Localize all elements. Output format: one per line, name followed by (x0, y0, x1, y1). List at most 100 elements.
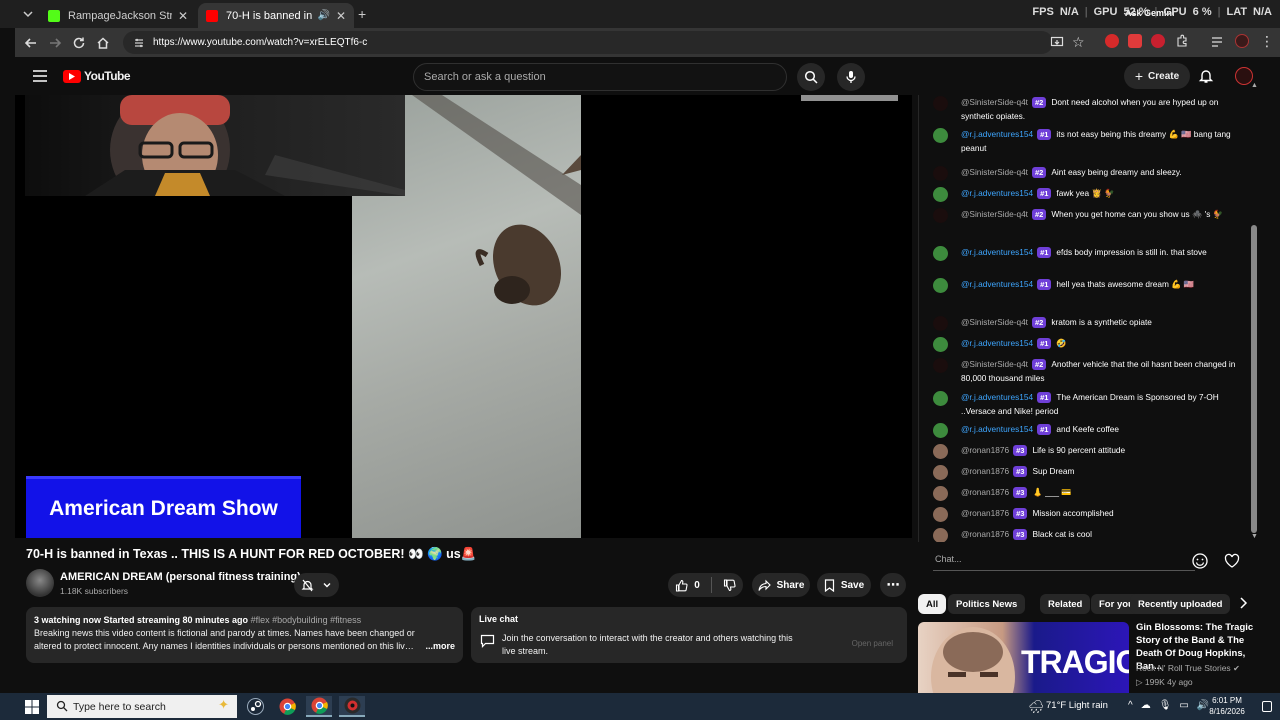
chip-politics-news[interactable]: Politics News (948, 594, 1026, 614)
site-info-icon[interactable] (133, 37, 145, 49)
video-player[interactable]: American Dream Show (15, 95, 912, 538)
steam-app-icon[interactable] (242, 696, 268, 717)
microphone-icon[interactable] (837, 63, 865, 91)
new-tab-button[interactable]: + (358, 6, 366, 22)
show-more-link[interactable]: ...more (421, 640, 455, 653)
windows-start-icon[interactable] (25, 700, 39, 714)
chat-author-name[interactable]: @SinisterSide-q4t (961, 97, 1028, 107)
weather-text[interactable]: 71°F Light rain (1046, 700, 1108, 711)
chat-scroll-down-icon[interactable]: ▼ (1251, 533, 1258, 540)
extension-abp-icon[interactable] (1128, 34, 1142, 48)
chat-author-avatar[interactable] (933, 187, 948, 202)
chat-author-name[interactable]: @r.j.adventures154 (961, 338, 1033, 348)
chat-author-avatar[interactable] (933, 507, 948, 522)
chat-input[interactable]: Chat... (933, 549, 1195, 571)
search-icon[interactable] (797, 63, 825, 91)
browser-menu-icon[interactable]: ⋮ (1260, 33, 1274, 50)
tab-list-dropdown-icon[interactable] (20, 6, 36, 22)
description-box[interactable]: 3 watching now Started streaming 80 minu… (26, 607, 463, 663)
chat-author-avatar[interactable] (933, 528, 948, 542)
chat-author-avatar[interactable] (933, 358, 948, 373)
chat-author-name[interactable]: @SinisterSide-q4t (961, 359, 1028, 369)
emoji-icon[interactable] (1191, 552, 1209, 570)
open-panel-button[interactable]: Open panel (846, 634, 899, 652)
like-button[interactable]: 0 (675, 579, 700, 592)
forward-icon[interactable] (43, 31, 67, 55)
heart-icon[interactable] (1223, 552, 1241, 570)
onedrive-icon[interactable]: ☁ (1141, 700, 1151, 711)
chips-next-icon[interactable] (1237, 596, 1249, 610)
bookmark-star-icon[interactable]: ☆ (1072, 34, 1085, 51)
chat-author-name[interactable]: @r.j.adventures154 (961, 247, 1033, 257)
recommended-video-thumbnail[interactable]: TRAGIC (918, 622, 1129, 693)
channel-name[interactable]: AMERICAN DREAM (personal fitness trainin… (60, 571, 301, 583)
chat-author-name[interactable]: @ronan1876 (961, 487, 1009, 497)
speaker-icon[interactable]: 🔊 (317, 10, 329, 21)
chat-author-avatar[interactable] (933, 391, 948, 406)
network-icon[interactable]: ▭ (1179, 700, 1188, 711)
chat-author-name[interactable]: @SinisterSide-q4t (961, 209, 1028, 219)
extensions-puzzle-icon[interactable] (1175, 34, 1189, 48)
chrome-app-icon[interactable] (274, 696, 300, 717)
share-button[interactable]: Share (752, 573, 810, 597)
chip-recently-uploaded[interactable]: Recently uploaded (1130, 594, 1231, 614)
chat-author-name[interactable]: @ronan1876 (961, 529, 1009, 539)
chat-author-avatar[interactable] (933, 465, 948, 480)
weather-icon[interactable]: 🌧 (1028, 699, 1045, 715)
recommended-video-channel[interactable]: Rock N' Roll True Stories ✔ (1136, 663, 1240, 673)
tray-overflow-icon[interactable]: ^ (1128, 700, 1133, 711)
profile-avatar-icon[interactable] (1235, 34, 1249, 48)
dislike-button[interactable] (723, 578, 736, 592)
notifications-bell-icon[interactable] (1198, 68, 1214, 84)
youtube-logo[interactable]: YouTube (63, 69, 131, 83)
recorder-app-icon[interactable] (339, 696, 365, 717)
chat-author-avatar[interactable] (933, 444, 948, 459)
install-app-icon[interactable] (1050, 35, 1064, 49)
close-icon[interactable]: ✕ (336, 9, 346, 23)
chat-author-name[interactable]: @r.j.adventures154 (961, 392, 1033, 402)
taskbar-search-input[interactable]: Type here to search ✦ (47, 695, 237, 718)
chat-author-avatar[interactable] (933, 337, 948, 352)
chat-scrollbar[interactable] (1251, 225, 1257, 533)
more-actions-button[interactable]: ⋯ (880, 573, 906, 597)
chat-author-name[interactable]: @ronan1876 (961, 445, 1009, 455)
chat-author-avatar[interactable] (933, 423, 948, 438)
notification-center-icon[interactable] (1262, 701, 1272, 712)
extension-circle-icon[interactable] (1151, 34, 1165, 48)
chat-author-name[interactable]: @r.j.adventures154 (961, 424, 1033, 434)
tab-youtube-video[interactable]: 70-H is banned in Texas .. T 🔊 ✕ (198, 3, 354, 28)
extension-red-icon[interactable] (1105, 34, 1119, 48)
chat-author-name[interactable]: @r.j.adventures154 (961, 279, 1033, 289)
close-icon[interactable]: ✕ (178, 9, 188, 23)
hashtags[interactable]: #flex #bodybuilding #fitness (251, 615, 362, 625)
chat-author-name[interactable]: @r.j.adventures154 (961, 188, 1033, 198)
chat-scroll-up-icon[interactable]: ▲ (1251, 82, 1258, 89)
address-bar[interactable]: https://www.youtube.com/watch?v=xrELEQTf… (123, 31, 1053, 54)
create-button[interactable]: + Create (1124, 63, 1190, 89)
chat-author-name[interactable]: @ronan1876 (961, 466, 1009, 476)
chat-author-avatar[interactable] (933, 128, 948, 143)
notification-settings-button[interactable] (294, 573, 339, 597)
tab-rampagejackson[interactable]: RampageJackson Stream - Wat ✕ (40, 3, 196, 28)
chat-author-avatar[interactable] (933, 486, 948, 501)
back-icon[interactable] (19, 31, 43, 55)
chip-all[interactable]: All (918, 594, 947, 614)
chat-author-name[interactable]: @SinisterSide-q4t (961, 317, 1028, 327)
chat-author-name[interactable]: @SinisterSide-q4t (961, 167, 1028, 177)
chat-author-avatar[interactable] (933, 316, 948, 331)
chat-author-name[interactable]: @ronan1876 (961, 508, 1009, 518)
chat-author-avatar[interactable] (933, 208, 948, 223)
home-icon[interactable] (91, 31, 115, 55)
reading-list-icon[interactable] (1210, 35, 1224, 49)
url-text[interactable]: https://www.youtube.com/watch?v=xrELEQTf… (153, 37, 367, 48)
chrome-profile-app-icon[interactable] (306, 696, 332, 717)
chat-author-avatar[interactable] (933, 278, 948, 293)
chat-author-avatar[interactable] (933, 96, 948, 111)
reload-icon[interactable] (67, 31, 91, 55)
chat-author-avatar[interactable] (933, 246, 948, 261)
hamburger-menu-icon[interactable] (33, 70, 47, 82)
search-input[interactable]: Search or ask a question (413, 63, 787, 91)
chip-related[interactable]: Related (1040, 594, 1091, 614)
taskbar-clock[interactable]: 6:01 PM 8/16/2026 (1197, 695, 1257, 717)
channel-avatar[interactable] (26, 569, 54, 597)
